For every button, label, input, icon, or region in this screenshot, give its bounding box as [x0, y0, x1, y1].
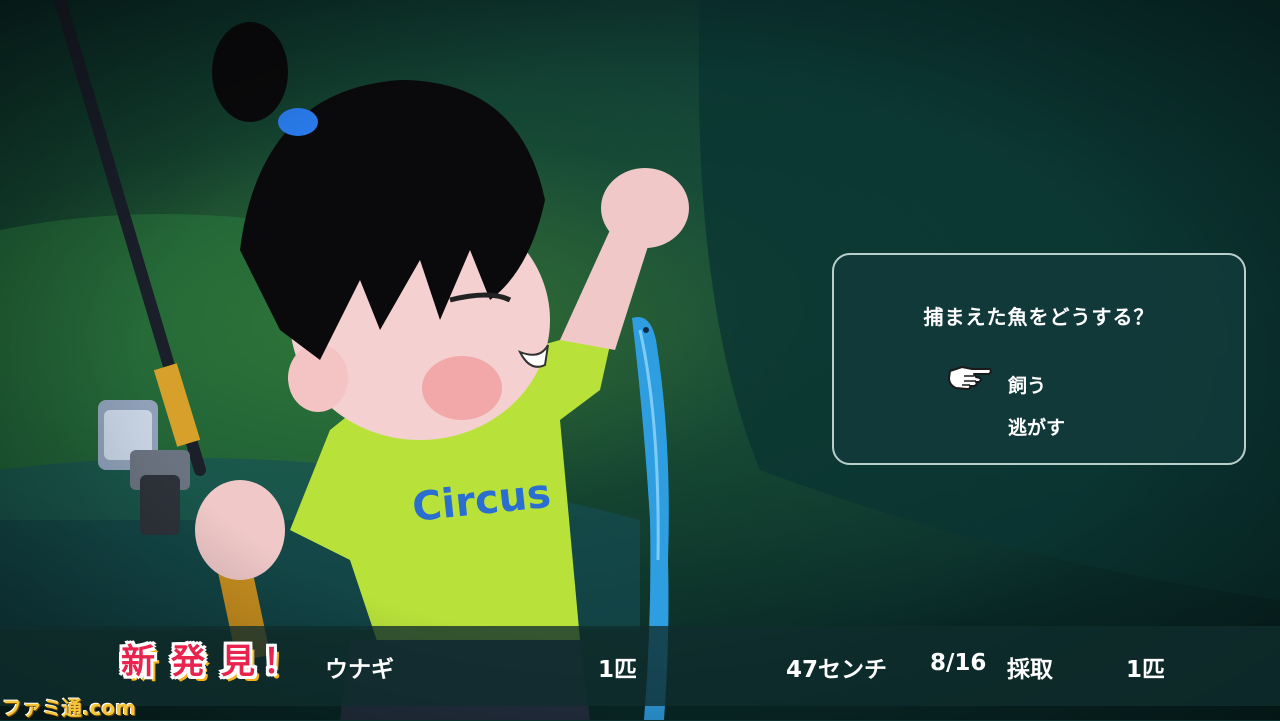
- option-keep[interactable]: 飼う: [1008, 371, 1046, 398]
- hair-bun: [212, 22, 288, 122]
- watermark-logo: ファミ通.com: [2, 696, 137, 720]
- fish-size: 47センチ: [786, 657, 888, 683]
- badge-char: 新: [121, 642, 155, 682]
- pointing-hand-cursor-icon: [948, 366, 992, 390]
- holding-hand: [195, 480, 285, 580]
- dialog-question: 捕まえた魚をどうする？: [923, 305, 1155, 329]
- catch-date: 8/16: [930, 650, 987, 676]
- badge-char: 発: [171, 642, 205, 682]
- fish-count: 1匹: [598, 657, 638, 683]
- hair-tie: [278, 108, 318, 136]
- eel-eye: [643, 327, 649, 333]
- raised-fist: [601, 168, 689, 248]
- fish-name: ウナギ: [325, 657, 394, 683]
- badge-char: ！: [263, 642, 297, 682]
- catch-info-bar: 新 発 見 ！ ウナギ 1匹 47センチ 8/16 採取 1匹: [0, 626, 1280, 706]
- new-discovery-badge: 新 発 見 ！: [110, 634, 300, 692]
- option-release[interactable]: 逃がす: [1008, 413, 1065, 440]
- catch-action: 採取: [1007, 657, 1053, 683]
- catch-choice-dialog: 捕まえた魚をどうする？ 飼う 逃がす: [832, 253, 1246, 465]
- collected-count: 1匹: [1126, 657, 1166, 683]
- cheek: [422, 356, 502, 420]
